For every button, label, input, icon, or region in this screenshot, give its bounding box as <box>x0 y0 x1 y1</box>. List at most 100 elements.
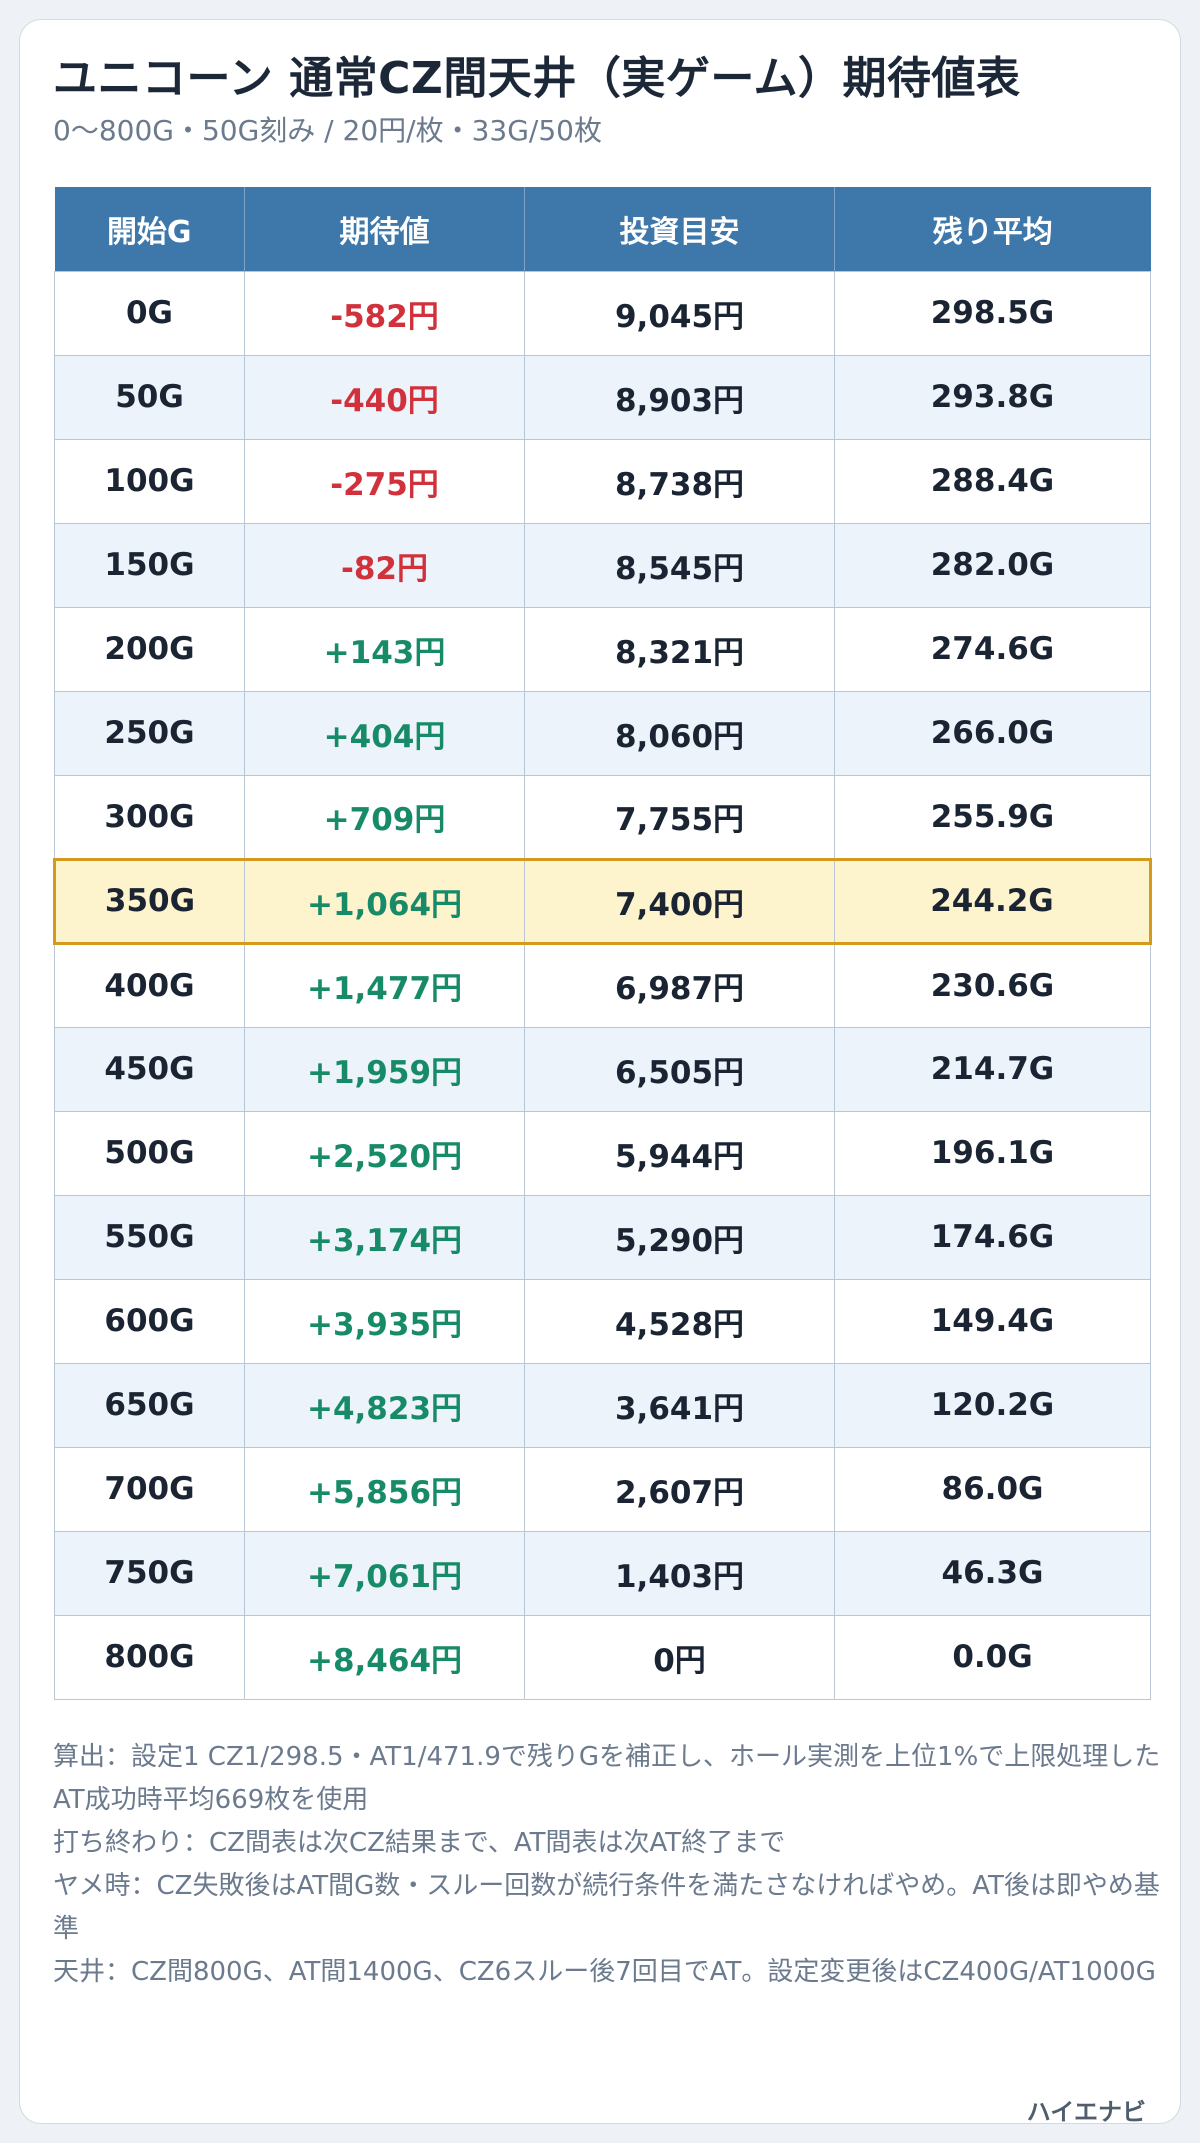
cell-expected-value: +5,856円 <box>244 1446 525 1532</box>
cell-start-game: 700G <box>54 1446 245 1532</box>
cell-remaining-average: 46.3G <box>834 1530 1151 1616</box>
cell-investment: 6,505円 <box>524 1026 835 1112</box>
cell-start-game: 200G <box>54 606 245 692</box>
cell-expected-value: -582円 <box>244 270 525 356</box>
cell-investment: 6,987円 <box>524 942 835 1028</box>
cell-investment: 8,738円 <box>524 438 835 524</box>
cell-investment: 7,755円 <box>524 774 835 860</box>
table-row: 400G +1,477円 6,987円 230.6G <box>54 942 1151 1028</box>
cell-remaining-average: 255.9G <box>834 774 1151 860</box>
page-title: ユニコーン 通常CZ間天井（実ゲーム）期待値表 <box>53 53 1021 104</box>
table-row: 600G +3,935円 4,528円 149.4G <box>54 1278 1151 1364</box>
table-row: 300G +709円 7,755円 255.9G <box>54 774 1151 860</box>
cell-investment: 9,045円 <box>524 270 835 356</box>
cell-expected-value: -440円 <box>244 354 525 440</box>
cell-remaining-average: 266.0G <box>834 690 1151 776</box>
cell-remaining-average: 149.4G <box>834 1278 1151 1364</box>
cell-expected-value: +709円 <box>244 774 525 860</box>
cell-remaining-average: 282.0G <box>834 522 1151 608</box>
cell-expected-value: +7,061円 <box>244 1530 525 1616</box>
cell-remaining-average: 174.6G <box>834 1194 1151 1280</box>
cell-start-game: 550G <box>54 1194 245 1280</box>
header-expected-value: 期待値 <box>244 187 525 271</box>
cell-remaining-average: 293.8G <box>834 354 1151 440</box>
table-row: 550G +3,174円 5,290円 174.6G <box>54 1194 1151 1280</box>
cell-investment: 8,060円 <box>524 690 835 776</box>
cell-investment: 8,545円 <box>524 522 835 608</box>
cell-remaining-average: 230.6G <box>834 942 1151 1028</box>
table-row: 100G -275円 8,738円 288.4G <box>54 438 1151 524</box>
cell-expected-value: +2,520円 <box>244 1110 525 1196</box>
table-row: 350G +1,064円 7,400円 244.2G <box>53 857 1152 945</box>
cell-start-game: 450G <box>54 1026 245 1112</box>
cell-investment: 2,607円 <box>524 1446 835 1532</box>
cell-remaining-average: 288.4G <box>834 438 1151 524</box>
cell-start-game: 650G <box>54 1362 245 1448</box>
cell-investment: 1,403円 <box>524 1530 835 1616</box>
cell-expected-value: -275円 <box>244 438 525 524</box>
note-quit-timing: ヤメ時：CZ失敗後はAT間G数・スルー回数が続行条件を満たさなければやめ。AT後… <box>53 1871 1160 1944</box>
expected-value-table: 開始G 期待値 投資目安 残り平均 0G -582円 9,045円 298.5G 50G… <box>53 187 1152 1700</box>
cell-start-game: 50G <box>54 354 245 440</box>
cell-investment: 5,944円 <box>524 1110 835 1196</box>
cell-start-game: 500G <box>54 1110 245 1196</box>
table-row: 150G -82円 8,545円 282.0G <box>54 522 1151 608</box>
table-row: 0G -582円 9,045円 298.5G <box>54 270 1151 356</box>
cell-remaining-average: 196.1G <box>834 1110 1151 1196</box>
cell-start-game: 0G <box>54 270 245 356</box>
cell-start-game: 350G <box>53 857 245 945</box>
table-row: 250G +404円 8,060円 266.0G <box>54 690 1151 776</box>
table-row: 450G +1,959円 6,505円 214.7G <box>54 1026 1151 1112</box>
table-row: 50G -440円 8,903円 293.8G <box>54 354 1151 440</box>
cell-start-game: 100G <box>54 438 245 524</box>
cell-remaining-average: 0.0G <box>834 1614 1151 1700</box>
header-start-game: 開始G <box>54 187 245 271</box>
cell-remaining-average: 298.5G <box>834 270 1151 356</box>
cell-investment: 8,321円 <box>524 606 835 692</box>
cell-investment: 3,641円 <box>524 1362 835 1448</box>
table-row: 700G +5,856円 2,607円 86.0G <box>54 1446 1151 1532</box>
table-header-row: 開始G 期待値 投資目安 残り平均 <box>54 187 1151 271</box>
cell-start-game: 800G <box>54 1614 245 1700</box>
cell-expected-value: +3,935円 <box>244 1278 525 1364</box>
cell-start-game: 250G <box>54 690 245 776</box>
cell-investment: 5,290円 <box>524 1194 835 1280</box>
cell-start-game: 600G <box>54 1278 245 1364</box>
table-body: 0G -582円 9,045円 298.5G 50G -440円 8,903円 293.8G 1… <box>53 270 1152 1700</box>
ev-table-card: ユニコーン 通常CZ間天井（実ゲーム）期待値表 0〜800G・50G刻み / 2… <box>19 19 1181 2126</box>
cell-remaining-average: 120.2G <box>834 1362 1151 1448</box>
cell-remaining-average: 86.0G <box>834 1446 1151 1532</box>
table-row: 750G +7,061円 1,403円 46.3G <box>54 1530 1151 1616</box>
note-calculation: 算出：設定1 CZ1/298.5・AT1/471.9で残りGを補正し、ホール実測… <box>53 1742 1161 1815</box>
notes: 算出：設定1 CZ1/298.5・AT1/471.9で残りGを補正し、ホール実測… <box>53 1736 1163 1994</box>
cell-expected-value: +8,464円 <box>244 1614 525 1700</box>
cell-expected-value: +404円 <box>244 690 525 776</box>
page-subtitle: 0〜800G・50G刻み / 20円/枚・33G/50枚 <box>53 114 602 147</box>
header-investment: 投資目安 <box>524 187 835 271</box>
table-row: 800G +8,464円 0円 0.0G <box>54 1614 1151 1700</box>
cell-expected-value: +1,477円 <box>244 942 525 1028</box>
note-ceiling: 天井：CZ間800G、AT間1400G、CZ6スルー後7回目でAT。設定変更後は… <box>53 1957 1156 1987</box>
cell-investment: 4,528円 <box>524 1278 835 1364</box>
cell-expected-value: +4,823円 <box>244 1362 525 1448</box>
table-row: 650G +4,823円 3,641円 120.2G <box>54 1362 1151 1448</box>
cell-investment: 0円 <box>524 1614 835 1700</box>
cell-expected-value: -82円 <box>244 522 525 608</box>
cell-expected-value: +143円 <box>244 606 525 692</box>
header-remaining-average: 残り平均 <box>834 187 1151 271</box>
cell-expected-value: +1,064円 <box>244 857 525 945</box>
table-row: 200G +143円 8,321円 274.6G <box>54 606 1151 692</box>
note-end-point: 打ち終わり：CZ間表は次CZ結果まで、AT間表は次AT終了まで <box>53 1828 786 1858</box>
cell-remaining-average: 244.2G <box>834 857 1152 945</box>
cell-expected-value: +3,174円 <box>244 1194 525 1280</box>
cell-start-game: 400G <box>54 942 245 1028</box>
cell-remaining-average: 274.6G <box>834 606 1151 692</box>
cell-start-game: 150G <box>54 522 245 608</box>
table-row: 500G +2,520円 5,944円 196.1G <box>54 1110 1151 1196</box>
cell-investment: 7,400円 <box>524 857 835 945</box>
brand-label: ハイエナビ <box>1026 2098 1146 2126</box>
cell-start-game: 300G <box>54 774 245 860</box>
cell-investment: 8,903円 <box>524 354 835 440</box>
cell-start-game: 750G <box>54 1530 245 1616</box>
cell-remaining-average: 214.7G <box>834 1026 1151 1112</box>
